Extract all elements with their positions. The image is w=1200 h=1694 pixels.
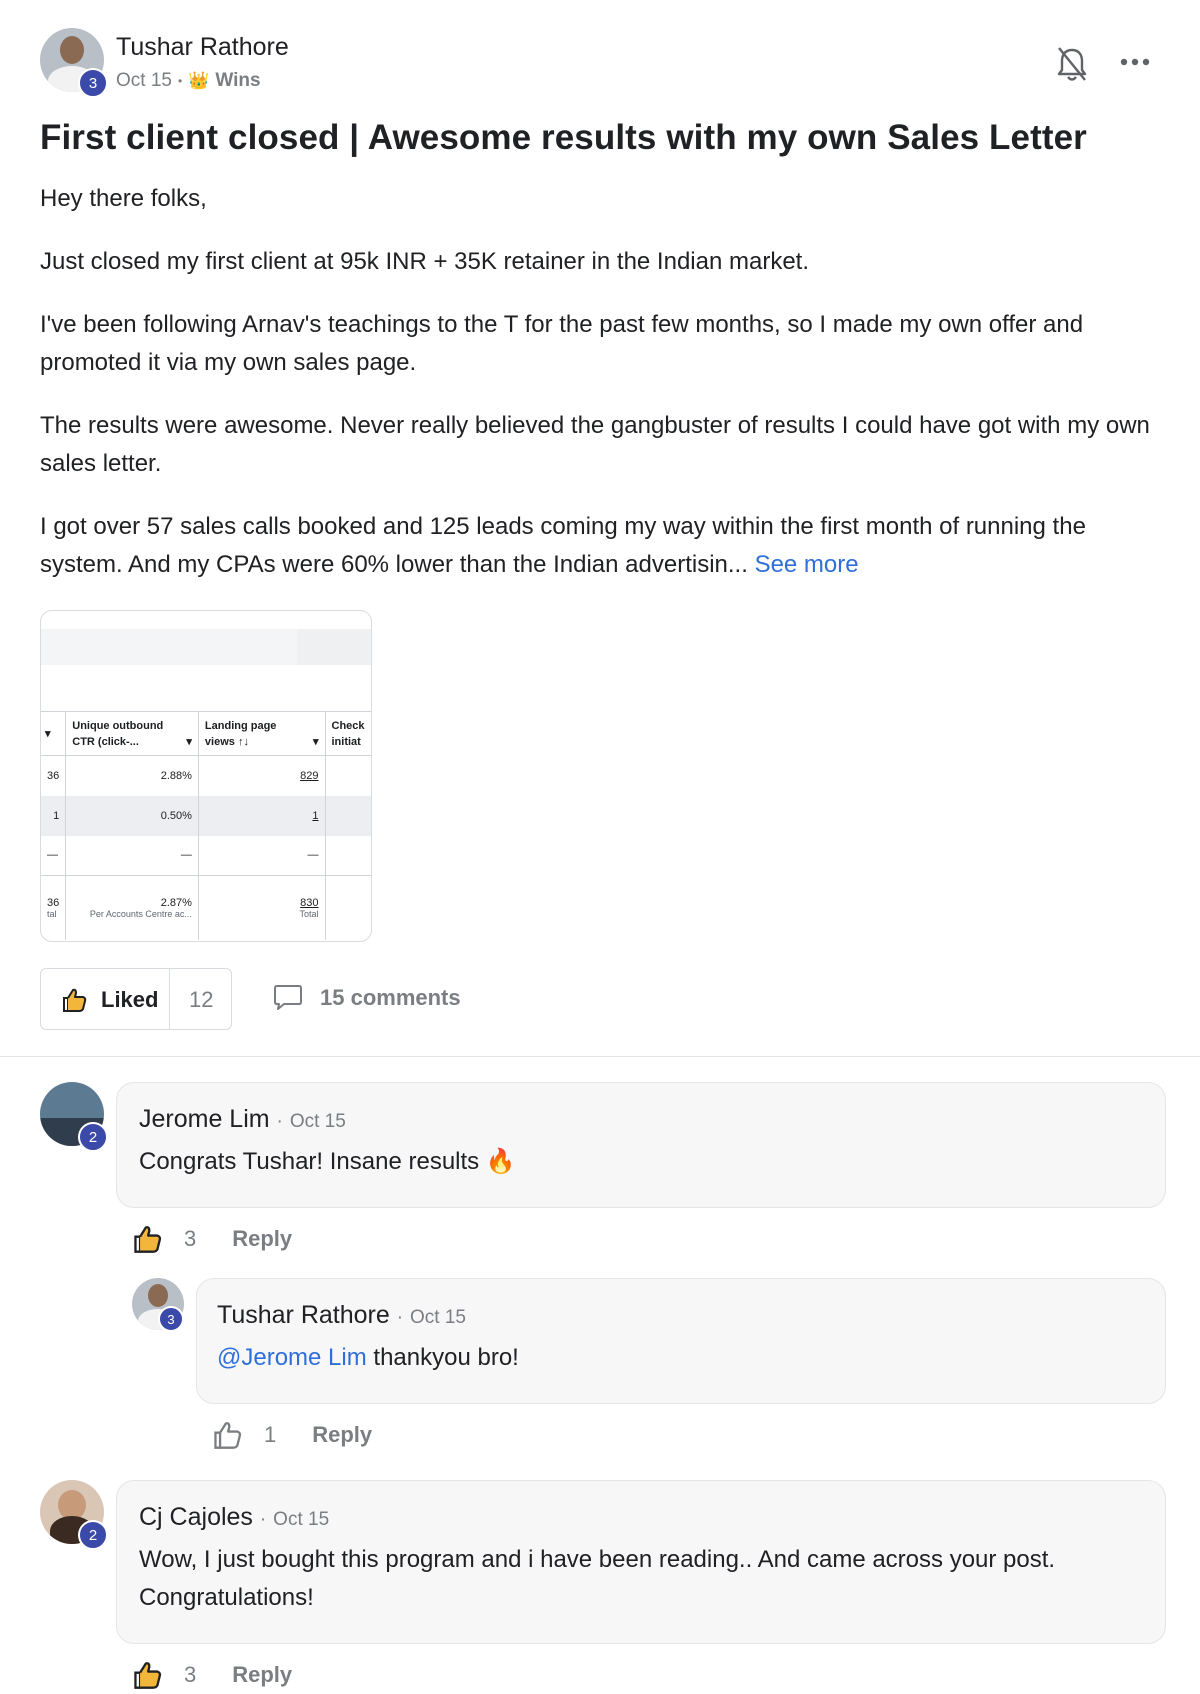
column-header-checkout: Check initiat (325, 711, 371, 756)
see-more-link[interactable]: See more (755, 551, 859, 578)
reply-level-badge: 3 (158, 1306, 184, 1332)
comment-date-sep: · (259, 1509, 267, 1530)
reply-author-name[interactable]: Tushar Rathore (217, 1301, 390, 1329)
ads-metrics-table: ▾ Unique outbound CTR (click-... ▾ Landin… (41, 711, 371, 940)
comments-count-label: 15 comments (320, 985, 461, 1010)
total-sub: Total (299, 908, 319, 919)
comment-like-count: 3 (184, 1226, 197, 1251)
table-cell: 1 (41, 795, 67, 836)
post-title: First client closed | Awesome results wi… (40, 118, 1087, 157)
post-meta: Oct 15 • 👑 Wins (116, 70, 261, 92)
table-cell: 829 (300, 769, 319, 782)
table-row: — — — (41, 835, 371, 876)
total-cell: 36 (47, 896, 60, 909)
like-count[interactable]: 12 (189, 987, 213, 1013)
comment-actions: 3 Reply (132, 1224, 292, 1254)
post-paragraph: Just closed my first client at 95k INR +… (40, 248, 810, 275)
comments-button[interactable]: 15 comments (272, 984, 461, 1012)
attachment-toolbar (41, 629, 297, 665)
comment-author-name[interactable]: Cj Cajoles (139, 1503, 253, 1531)
table-row: 1 0.50% 1 (41, 795, 371, 836)
reply-date: Oct 15 (410, 1307, 466, 1328)
comment-author: Jerome Lim · Oct 15 (139, 1105, 346, 1134)
liked-label: Liked (101, 987, 159, 1012)
post-date: Oct 15 (116, 70, 172, 91)
post-paragraph: Hey there folks, (40, 185, 207, 212)
column-header-ctr: Unique outbound CTR (click-... ▾ (65, 711, 199, 756)
reply-body: thankyou bro! (366, 1344, 519, 1371)
commenter-level-badge: 2 (78, 1520, 108, 1550)
table-cell: 2.88% (65, 755, 199, 796)
total-cell: 830 (300, 896, 319, 909)
post-paragraph: I got over 57 sales calls booked and 125… (40, 508, 1160, 584)
table-total-row: 36 tal 2.87% Per Accounts Centre ac... 830… (41, 875, 371, 940)
comment-date: Oct 15 (289, 1111, 346, 1132)
thumbs-up-icon[interactable] (132, 1224, 162, 1254)
post-paragraph: The results were awesome. Never really b… (40, 412, 1150, 477)
reply-bubble: Tushar Rathore · Oct 15 @Jerome Lim than… (196, 1278, 1166, 1404)
comment-text: Wow, I just bought this program and i ha… (139, 1546, 1056, 1611)
comment-date-sep: · (276, 1111, 283, 1132)
reply-button[interactable]: Reply (312, 1422, 372, 1448)
comment-author-name[interactable]: Jerome Lim (139, 1105, 270, 1133)
thumbs-up-icon[interactable] (132, 1660, 162, 1690)
post-paragraph: I've been following Arnav's teachings to… (40, 311, 1084, 376)
table-cell: 36 (41, 755, 67, 796)
table-cell: — (41, 835, 67, 876)
reply-text: @Jerome Lim thankyou bro! (217, 1339, 519, 1377)
sort-caret: ▾ (41, 711, 67, 756)
attachment-toolbar-end (297, 629, 371, 665)
thumbs-up-icon (63, 988, 87, 1012)
table-cell: — (198, 835, 326, 876)
avatar-face (60, 36, 84, 64)
post-paragraph-text: I got over 57 sales calls booked and 125… (40, 513, 1086, 578)
like-button[interactable]: Liked 12 (40, 968, 232, 1030)
comment-text: Congrats Tushar! Insane results 🔥 (139, 1148, 516, 1175)
column-header-lpv: Landing page views ↑↓ ▾ (198, 711, 326, 756)
total-sub: Per Accounts Centre ac... (89, 908, 192, 919)
comment-like-count: 3 (184, 1662, 197, 1687)
commenter-level-badge: 2 (78, 1122, 108, 1152)
post-body: Hey there folks, Just closed my first cl… (40, 180, 1160, 609)
section-divider (0, 1056, 1200, 1057)
comment-bubble: Cj Cajoles · Oct 15 Wow, I just bought t… (116, 1480, 1166, 1644)
reply-author: Tushar Rathore · Oct 15 (217, 1301, 466, 1330)
attachment-thumbnail[interactable]: ▾ Unique outbound CTR (click-... ▾ Landin… (40, 610, 372, 942)
total-cell: 2.87% (160, 896, 192, 909)
reply-like-count: 1 (264, 1422, 277, 1447)
comment-date: Oct 15 (273, 1509, 330, 1530)
mention-link[interactable]: @Jerome Lim (217, 1344, 367, 1371)
comment-bubble: Jerome Lim · Oct 15 Congrats Tushar! Ins… (116, 1082, 1166, 1208)
more-options-icon[interactable] (1118, 52, 1152, 72)
crown-icon: 👑 (188, 71, 210, 90)
author-level-badge: 3 (78, 68, 108, 98)
reply-date-sep: · (396, 1307, 404, 1328)
reply-button[interactable]: Reply (232, 1226, 292, 1252)
meta-separator: • (177, 74, 183, 88)
table-cell: 0.50% (65, 795, 199, 836)
like-divider (169, 969, 170, 1029)
reply-actions: 1 Reply (212, 1420, 372, 1450)
table-cell: 1 (312, 809, 319, 822)
post-category[interactable]: Wins (215, 70, 260, 92)
reply-button[interactable]: Reply (232, 1662, 292, 1688)
table-row: 36 2.88% 829 (41, 755, 371, 796)
bell-off-icon[interactable] (1055, 44, 1089, 84)
comment-author: Cj Cajoles · Oct 15 (139, 1503, 329, 1532)
author-name[interactable]: Tushar Rathore (116, 33, 289, 62)
comment-bubble-icon (274, 985, 302, 1010)
comment-actions: 3 Reply (132, 1660, 292, 1690)
total-sub: tal (47, 908, 57, 919)
table-cell: — (65, 835, 199, 876)
thumbs-up-outline-icon[interactable] (212, 1420, 242, 1450)
avatar-face (148, 1284, 168, 1307)
